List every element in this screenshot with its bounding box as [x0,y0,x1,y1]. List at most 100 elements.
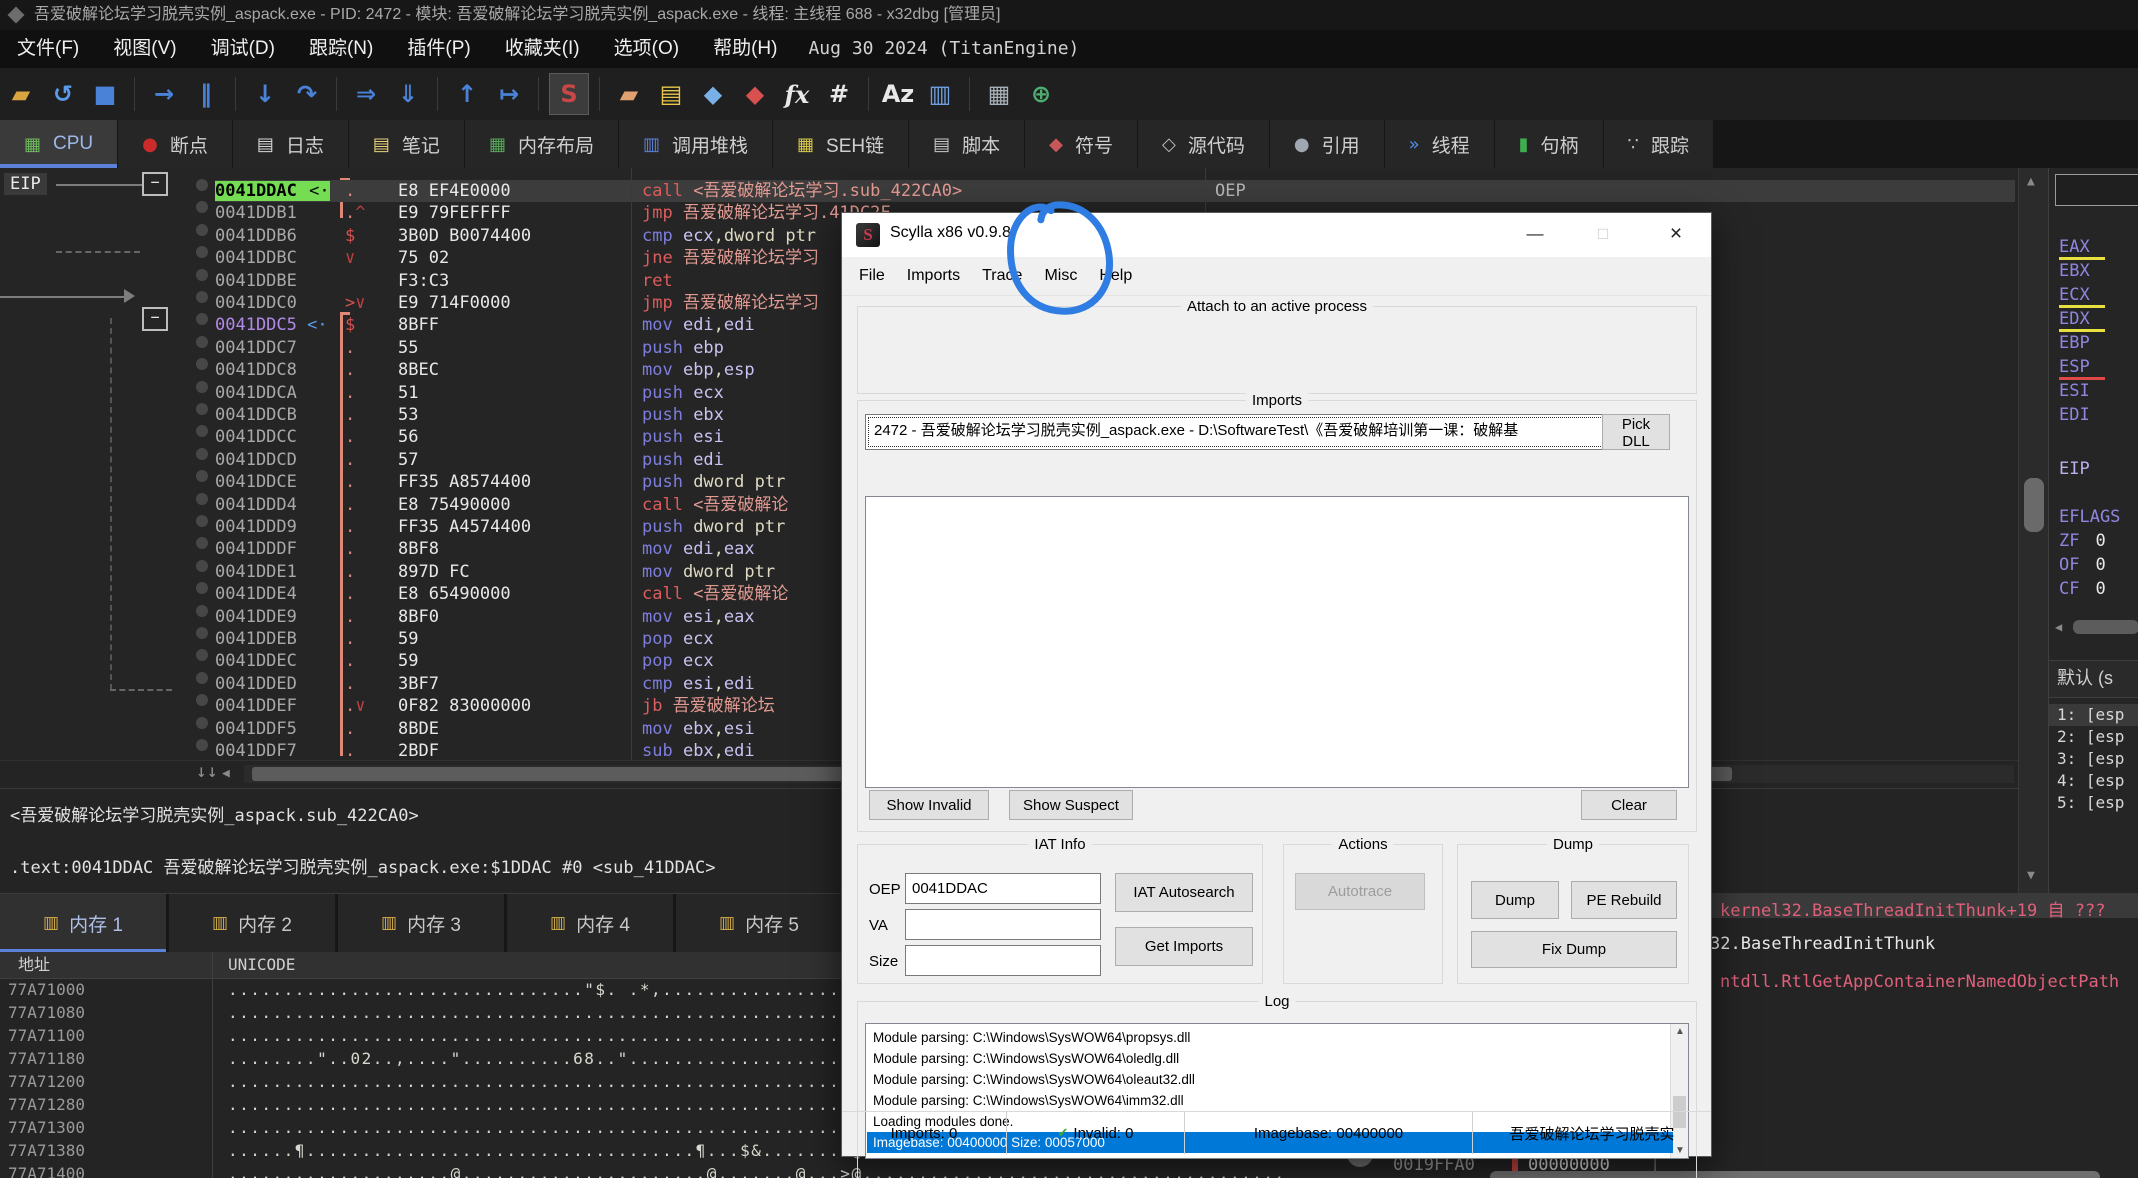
va-input[interactable] [905,909,1101,940]
dialog-menu-trace[interactable]: Trace [971,257,1033,295]
register-ebx[interactable]: EBX [2059,261,2090,281]
breakpoint-dot[interactable] [196,291,208,303]
log-line[interactable]: Module parsing: C:\Windows\SysWOW64\prop… [867,1027,1673,1048]
breakpoint-dot[interactable] [196,179,208,191]
memory-tab-dump-3[interactable]: ▥内存 3 [338,894,504,952]
breakpoint-dot[interactable] [196,627,208,639]
breakpoint-dot[interactable] [196,515,208,527]
tab-notes[interactable]: ▤笔记 [349,120,465,168]
register-eflags-label[interactable]: EFLAGS [2059,507,2120,527]
register-eax[interactable]: EAX [2059,237,2090,257]
tab-breakpoints[interactable]: ●断点 [118,120,233,168]
breakpoint-dot[interactable] [196,448,208,460]
registers-panel[interactable]: EAXEBXECXEDXEBPESPESIEDI EIP EFLAGS ZF0O… [2048,168,2138,893]
restart-button[interactable]: ↺ [44,74,82,114]
breakpoint-dot[interactable] [196,672,208,684]
dialog-menu-help[interactable]: Help [1088,257,1143,295]
patch-button[interactable]: ▰ [610,74,648,114]
menu-item-debug[interactable]: 调试(D) [194,30,292,68]
highlight-blue-button[interactable]: ◆ [694,74,732,114]
breakpoint-dot[interactable] [196,560,208,572]
show-invalid-button[interactable]: Show Invalid [869,790,989,820]
flag-zf[interactable]: ZF0 [2059,531,2106,551]
scroll-up-icon[interactable]: ▲ [1675,1026,1685,1037]
modules-button[interactable]: ▥ [921,74,959,114]
stack-arg-row[interactable]: 5: [esp [2049,792,2138,814]
tab-symbols[interactable]: ◆符号 [1025,120,1138,168]
step-out-button[interactable]: ⇓ [389,74,427,114]
fix-dump-button[interactable]: Fix Dump [1471,931,1677,968]
calling-convention-select[interactable]: 默认 (s [2049,660,2138,698]
pe-rebuild-button[interactable]: PE Rebuild [1571,881,1677,919]
step-over-button[interactable]: ↷ [288,74,326,114]
memory-tab-dump-5[interactable]: ▥内存 5 [676,894,842,952]
show-suspect-button[interactable]: Show Suspect [1009,790,1133,820]
tab-script[interactable]: ▤脚本 [909,120,1025,168]
breakpoint-dot[interactable] [196,425,208,437]
disasm-row[interactable]: 0041DDAC <·.E8 EF4E0000call <吾爱破解论坛学习.su… [215,180,2015,202]
oep-input[interactable] [905,873,1101,904]
breakpoint-dot[interactable] [196,493,208,505]
dialog-menu-misc[interactable]: Misc [1033,257,1088,295]
breakpoint-dot[interactable] [196,403,208,415]
tab-log[interactable]: ▤日志 [233,120,349,168]
breakpoint-dot[interactable] [196,269,208,281]
menu-item-file[interactable]: 文件(F) [0,30,96,68]
font-setting-button[interactable]: Az [879,74,917,114]
scroll-down-icon[interactable]: ▼ [2027,868,2035,883]
log-line[interactable]: Module parsing: C:\Windows\SysWOW64\imm3… [867,1090,1673,1111]
register-ecx[interactable]: ECX [2059,285,2090,305]
close-button[interactable]: × [1656,219,1696,249]
breakpoint-dot[interactable] [196,224,208,236]
breakpoint-dot[interactable] [196,582,208,594]
tab-call-stack[interactable]: ▥调用堆栈 [619,120,773,168]
breakpoint-dot[interactable] [196,694,208,706]
breakpoint-dot[interactable] [196,201,208,213]
column-divider[interactable] [631,168,632,760]
flag-cf[interactable]: CF0 [2059,579,2106,599]
tab-threads[interactable]: »线程 [1385,120,1495,168]
breakpoint-dot[interactable] [196,649,208,661]
open-file-button[interactable]: ▰ [2,74,40,114]
execute-till-return-button[interactable]: ↑ [448,74,486,114]
log-line[interactable]: Module parsing: C:\Windows\SysWOW64\oled… [867,1048,1673,1069]
tab-cpu[interactable]: ▦CPU [0,120,118,168]
disasm-vscrollbar[interactable]: ▲ ▼ [2018,168,2049,893]
dump-button[interactable]: Dump [1471,881,1559,919]
stack-comment[interactable]: kernel32.BaseThreadInitThunk+19 自 ??? [1720,896,2105,921]
functions-button[interactable]: fx [778,74,816,114]
scroll-left-icon[interactable]: ◀ [2055,620,2062,634]
tab-seh[interactable]: ▦SEH链 [773,120,909,168]
breakpoint-dot[interactable] [196,537,208,549]
register-edi[interactable]: EDI [2059,405,2090,425]
tab-trace[interactable]: ∵跟踪 [1604,120,1714,168]
scroll-thumb[interactable] [2024,478,2044,532]
highlight-red-button[interactable]: ◆ [736,74,774,114]
run-to-cursor-button[interactable]: ↦ [490,74,528,114]
breakpoint-dot[interactable] [196,358,208,370]
stack-comment[interactable]: 32.BaseThreadInitThunk [1710,934,1935,954]
register-eip-label[interactable]: EIP [2059,459,2090,479]
register-search-box[interactable] [2055,174,2138,206]
stop-button[interactable]: ■ [86,74,124,114]
register-esi[interactable]: ESI [2059,381,2090,401]
maximize-button[interactable]: □ [1583,219,1623,249]
stack-arg-row[interactable]: 4: [esp [2049,770,2138,792]
breakpoint-dot[interactable] [196,605,208,617]
calculator-button[interactable]: ▦ [980,74,1018,114]
dialog-menu-imports[interactable]: Imports [896,257,971,295]
tab-references[interactable]: ●引用 [1270,120,1385,168]
collapse-box[interactable]: − [142,307,168,331]
menu-item-view[interactable]: 视图(V) [96,30,193,68]
run-button[interactable]: → [145,74,183,114]
memory-tab-dump-2[interactable]: ▥内存 2 [169,894,335,952]
run-to-user-code-button[interactable]: ⇒ [347,74,385,114]
memory-tab-dump-1[interactable]: ▥内存 1 [0,894,166,952]
breakpoint-dot[interactable] [196,313,208,325]
breakpoint-dot[interactable] [196,717,208,729]
imports-list[interactable] [865,496,1689,788]
pause-button[interactable]: ‖ [187,74,225,114]
stack-comment[interactable]: ntdll.RtlGetAppContainerNamedObjectPath [1720,972,2119,992]
menu-item-options[interactable]: 选项(O) [597,30,696,68]
breakpoint-dot[interactable] [196,381,208,393]
